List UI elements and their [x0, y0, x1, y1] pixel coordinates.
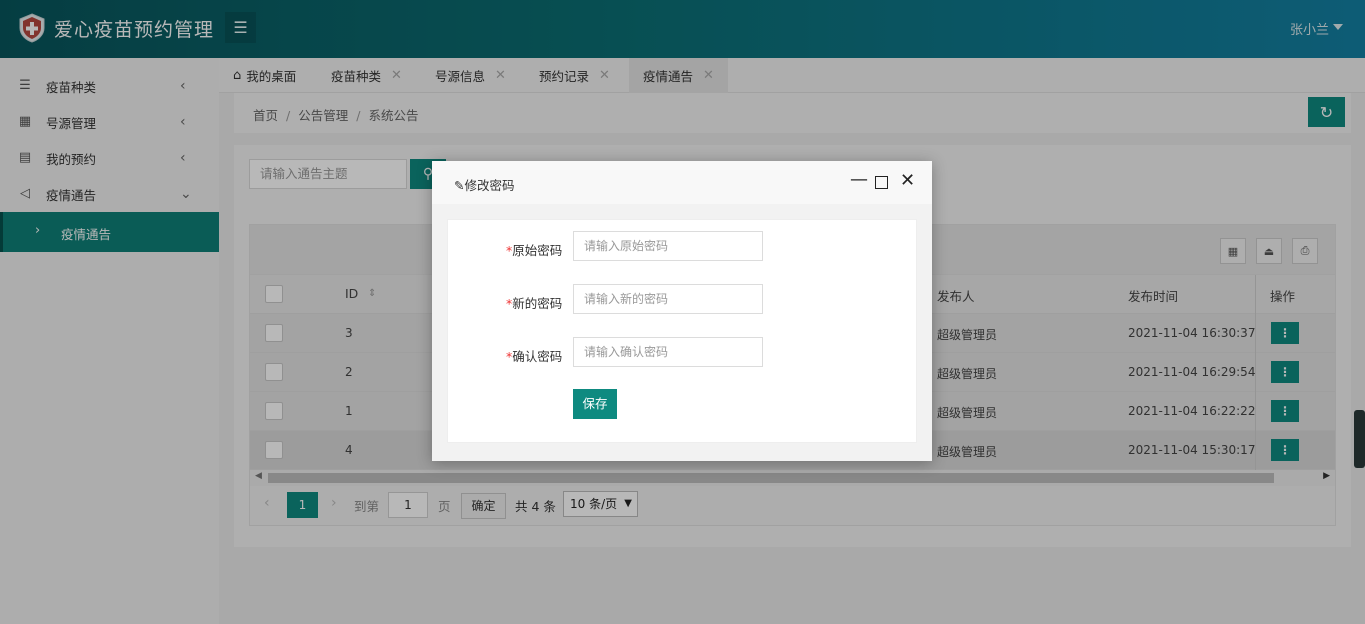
- confirm-password-label: *确认密码: [506, 349, 563, 364]
- dialog-title-text: 修改密码: [464, 178, 515, 193]
- confirm-password-field[interactable]: 请输入确认密码: [573, 337, 763, 367]
- password-form: *原始密码 请输入原始密码 *新的密码 请输入新的密码 *确认密码 请输入确认密…: [447, 219, 917, 443]
- maximize-icon[interactable]: [875, 176, 888, 189]
- save-button[interactable]: 保存: [573, 389, 617, 419]
- new-password-label: *新的密码: [506, 296, 563, 311]
- dialog-title: ✎修改密码: [454, 175, 515, 194]
- minimize-icon[interactable]: —: [850, 169, 868, 190]
- dialog-header: ✎修改密码 — ✕: [432, 161, 932, 204]
- close-icon[interactable]: ✕: [900, 170, 915, 191]
- original-password-field[interactable]: 请输入原始密码: [573, 231, 763, 261]
- change-password-dialog: ✎修改密码 — ✕ *原始密码 请输入原始密码 *新的密码 请输入新的密码 *确…: [432, 161, 932, 461]
- original-password-label: *原始密码: [506, 243, 563, 258]
- pencil-icon: ✎: [454, 178, 465, 193]
- new-password-field[interactable]: 请输入新的密码: [573, 284, 763, 314]
